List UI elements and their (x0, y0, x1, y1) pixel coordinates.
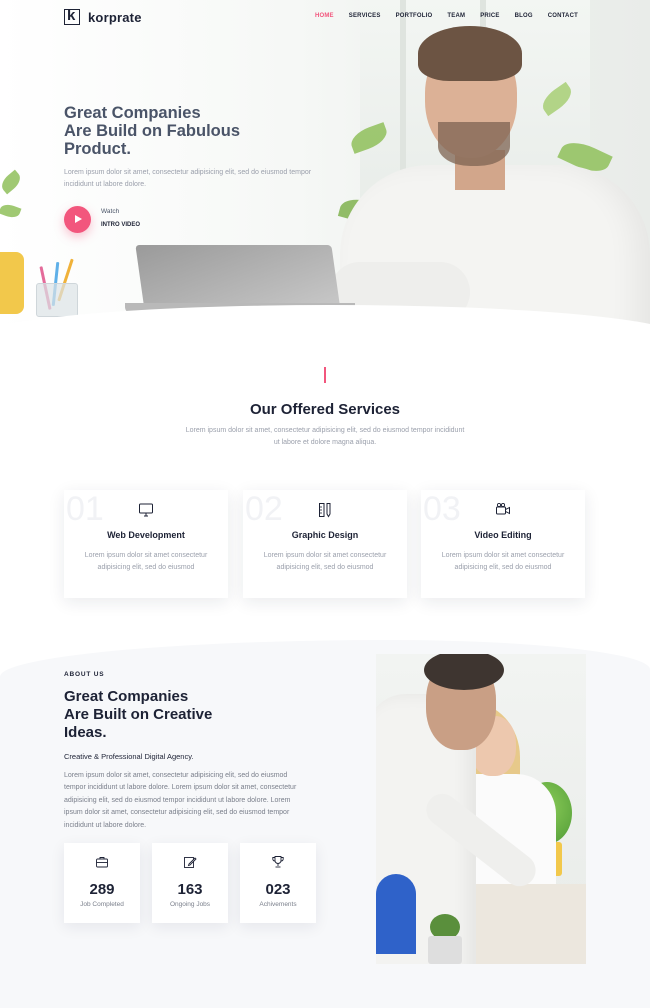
service-card-graphic-design[interactable]: 02 Graphic Design Lorem ipsum dolor sit … (243, 490, 407, 598)
service-card-video-editing[interactable]: 03 Video Editing Lorem ipsum dolor sit a… (421, 490, 585, 598)
nav-team[interactable]: TEAM (447, 13, 465, 19)
section-accent-bar (324, 367, 326, 383)
stat-card-ongoing-jobs: 163 Ongoing Jobs (152, 843, 228, 923)
nav-contact[interactable]: CONTACT (548, 13, 578, 19)
stat-card-achievements: 023 Achivements (240, 843, 316, 923)
stat-value: 163 (177, 881, 203, 898)
stat-label: Achivements (259, 901, 297, 908)
stat-card-jobs-completed: 289 Job Completed (64, 843, 140, 923)
pencil-cup (36, 283, 78, 317)
service-card-title: Graphic Design (291, 530, 359, 540)
nav-portfolio[interactable]: PORTFOLIO (396, 13, 433, 19)
stat-label: Job Completed (80, 901, 124, 908)
about-subtitle: Creative & Professional Digital Agency. (64, 752, 194, 761)
service-card-text: Lorem ipsum dolor sit amet consectetur a… (263, 552, 387, 571)
video-camera-icon (496, 502, 510, 515)
about-label: ABOUT US (64, 671, 105, 678)
nav-services[interactable]: SERVICES (349, 13, 381, 19)
plant-pot (0, 252, 24, 314)
play-video-button[interactable] (64, 206, 91, 233)
service-card-text: Lorem ipsum dolor sit amet consectetur a… (441, 552, 565, 571)
service-card-web-development[interactable]: 01 Web Development Lorem ipsum dolor sit… (64, 490, 228, 598)
edit-icon (184, 857, 197, 868)
service-card-number: 01 (66, 490, 104, 528)
stat-value: 023 (265, 881, 291, 898)
service-card-text: Lorem ipsum dolor sit amet consectetur a… (84, 552, 208, 571)
nav-home[interactable]: HOME (315, 13, 334, 19)
nav-price[interactable]: PRICE (480, 13, 499, 19)
hero-section: Great Companies Are Build on Fabulous Pr… (0, 0, 650, 340)
services-description: Lorem ipsum dolor sit amet, consectetur … (185, 427, 465, 446)
service-card-title: Video Editing (474, 530, 532, 540)
person-hair (418, 26, 522, 81)
person-beard (438, 122, 510, 166)
design-tools-icon (319, 503, 331, 518)
photo-table (466, 884, 586, 964)
logo-mark: k (64, 7, 80, 25)
site-header: k korprate HOME SERVICES PORTFOLIO TEAM … (0, 0, 650, 34)
about-description: Lorem ipsum dolor sit amet, consectetur … (64, 772, 297, 829)
service-card-number: 02 (245, 490, 283, 528)
hero-title: Great Companies Are Build on Fabulous Pr… (64, 104, 240, 158)
stat-value: 289 (89, 881, 115, 898)
monitor-icon (139, 503, 153, 517)
intro-video-link[interactable]: INTRO VIDEO (101, 222, 140, 228)
laptop-image (135, 245, 341, 311)
briefcase-icon (96, 857, 108, 868)
about-photo (376, 654, 586, 964)
logo[interactable]: k korprate (64, 7, 142, 25)
watch-label: Watch (101, 208, 120, 215)
about-title: Great Companies Are Built on Creative Id… (64, 688, 213, 741)
service-card-number: 03 (423, 490, 461, 528)
stat-label: Ongoing Jobs (169, 901, 211, 908)
hero-description: Lorem ipsum dolor sit amet, consectetur … (64, 169, 312, 188)
service-card-title: Web Development (107, 530, 185, 540)
logo-text: korprate (88, 9, 142, 25)
main-nav: HOME SERVICES PORTFOLIO TEAM PRICE BLOG … (315, 13, 578, 19)
plant-leaf (0, 169, 24, 195)
trophy-icon (272, 856, 284, 868)
photo-small-pot (428, 936, 462, 964)
nav-blog[interactable]: BLOG (515, 13, 533, 19)
plant-leaf (0, 201, 22, 221)
services-title: Our Offered Services (249, 401, 401, 418)
photo-blue-object (376, 874, 416, 954)
